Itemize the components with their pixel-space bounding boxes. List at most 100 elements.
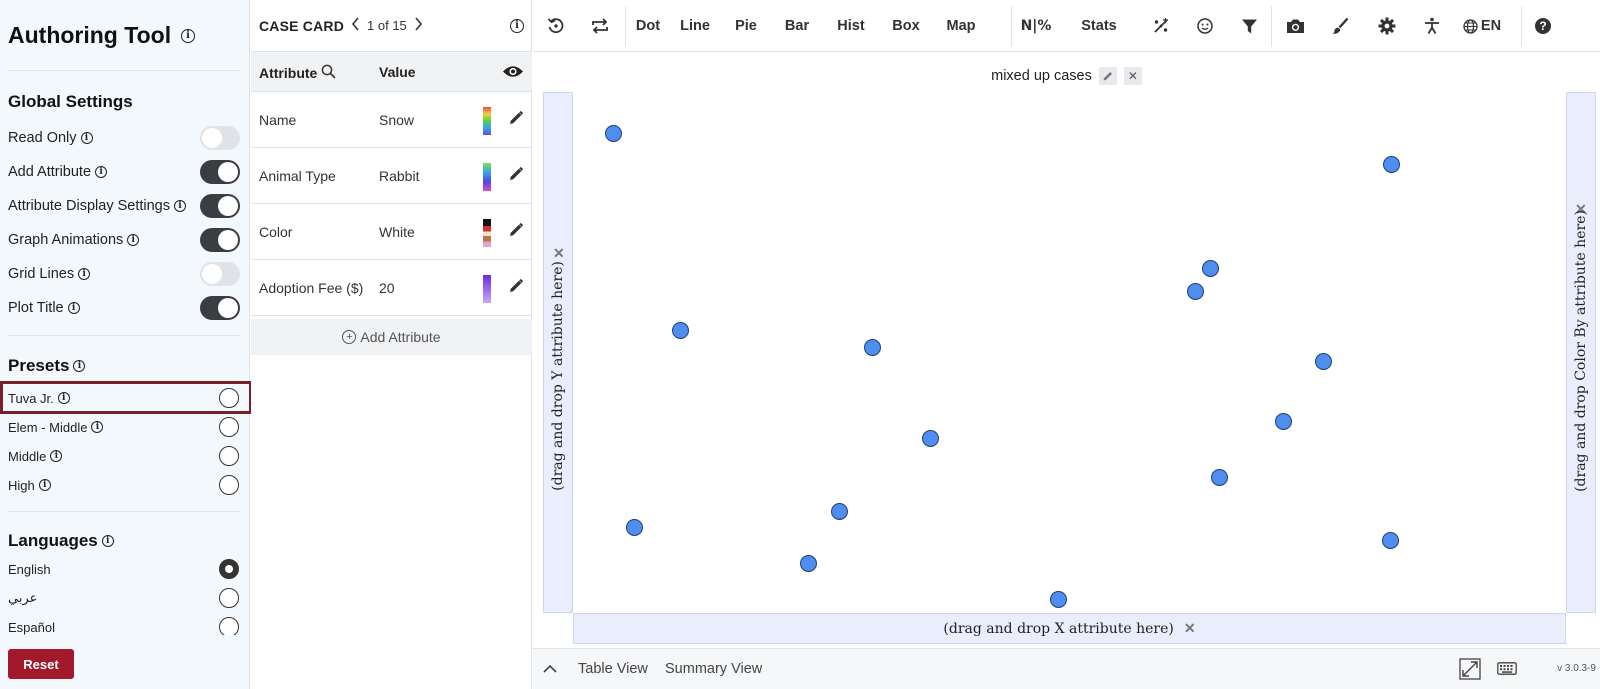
edit-pencil-icon[interactable] <box>1098 67 1117 85</box>
preset-radio[interactable] <box>219 417 239 437</box>
language-selector[interactable]: EN <box>1461 0 1503 52</box>
chevron-left-icon[interactable] <box>351 16 360 36</box>
pencil-icon[interactable] <box>508 222 524 241</box>
expand-icon[interactable] <box>1459 658 1481 684</box>
chevron-up-icon[interactable] <box>543 662 557 678</box>
preset-radio[interactable] <box>219 446 239 466</box>
case-point[interactable] <box>1050 591 1068 609</box>
read-only-toggle[interactable] <box>200 126 240 150</box>
graph-animations-toggle[interactable] <box>200 228 240 252</box>
info-icon[interactable]: i <box>101 535 114 547</box>
swap-axes-icon[interactable] <box>585 0 615 52</box>
search-icon[interactable] <box>321 64 336 82</box>
preset-elem-middle[interactable]: Elem - Middle i <box>8 413 240 441</box>
color-scale-swatch[interactable] <box>483 275 491 303</box>
attribute-value[interactable]: 20 <box>379 280 395 296</box>
plot-title-text[interactable]: mixed up cases <box>991 68 1092 84</box>
case-point[interactable] <box>1202 259 1219 277</box>
count-percent-button[interactable]: N|% <box>1018 0 1054 52</box>
case-point[interactable] <box>799 555 817 572</box>
grid-lines-toggle[interactable] <box>200 262 240 286</box>
language-radio[interactable] <box>219 559 239 579</box>
attribute-value[interactable]: White <box>379 224 415 240</box>
x-axis-drop-zone[interactable]: (drag and drop X attribute here) ✕ <box>573 613 1566 644</box>
case-point[interactable] <box>830 502 848 520</box>
pie-chart-button[interactable]: Pie <box>731 0 761 52</box>
table-view-tab[interactable]: Table View <box>578 661 648 677</box>
close-icon[interactable]: ✕ <box>1123 67 1142 85</box>
preset-middle[interactable]: Middle i <box>8 442 240 470</box>
keyboard-icon[interactable] <box>1497 662 1517 679</box>
box-plot-button[interactable]: Box <box>890 0 922 52</box>
pencil-icon[interactable] <box>508 278 524 297</box>
case-point[interactable] <box>1187 282 1205 300</box>
color-scale-swatch[interactable] <box>483 219 491 247</box>
case-point[interactable] <box>1315 353 1333 371</box>
color-by-drop-label: (drag and drop Color By attribute here) <box>1573 210 1589 492</box>
info-icon[interactable]: i <box>73 360 86 372</box>
color-scale-swatch[interactable] <box>483 163 491 191</box>
bar-chart-button[interactable]: Bar <box>783 0 811 52</box>
stats-button[interactable]: Stats <box>1080 0 1118 52</box>
color-scale-swatch[interactable] <box>483 107 491 135</box>
brush-icon[interactable] <box>1325 0 1355 52</box>
language-arabic[interactable]: عربي <box>8 584 240 612</box>
info-icon[interactable]: i <box>91 421 104 433</box>
info-icon[interactable]: i <box>67 302 80 314</box>
preset-high[interactable]: High i <box>8 471 240 499</box>
scale-wand-icon[interactable] <box>1146 0 1176 52</box>
info-icon[interactable]: i <box>80 132 93 144</box>
accessibility-icon[interactable] <box>1417 0 1447 52</box>
pencil-icon[interactable] <box>508 110 524 129</box>
language-radio[interactable] <box>219 617 239 635</box>
language-english[interactable]: English <box>8 555 240 583</box>
language-radio[interactable] <box>219 588 239 608</box>
line-plot-button[interactable]: Line <box>678 0 712 52</box>
add-attribute-button[interactable]: + Add Attribute <box>251 319 532 355</box>
histogram-button[interactable]: Hist <box>834 0 868 52</box>
scatter-plot-area[interactable] <box>573 92 1566 613</box>
gear-icon[interactable] <box>1372 0 1402 52</box>
info-icon[interactable]: i <box>174 200 186 212</box>
color-by-drop-zone[interactable]: ✕ (drag and drop Color By attribute here… <box>1566 92 1596 613</box>
info-icon[interactable]: i <box>78 268 91 280</box>
attribute-value[interactable]: Snow <box>379 112 414 128</box>
eye-icon[interactable] <box>502 64 524 82</box>
summary-view-tab[interactable]: Summary View <box>665 661 762 677</box>
language-spanish[interactable]: Español <box>8 613 240 635</box>
dot-plot-button[interactable]: Dot <box>631 0 665 52</box>
undo-icon[interactable] <box>541 0 571 52</box>
filter-icon[interactable] <box>1234 0 1264 52</box>
case-point[interactable] <box>671 322 689 340</box>
divider <box>8 335 240 336</box>
info-icon[interactable]: i <box>38 479 51 491</box>
plot-title-toggle[interactable] <box>200 296 240 320</box>
info-icon[interactable]: i <box>510 19 524 33</box>
case-point[interactable] <box>1381 531 1399 549</box>
map-button[interactable]: Map <box>944 0 978 52</box>
info-icon[interactable]: i <box>50 450 63 462</box>
case-point[interactable] <box>1210 468 1228 486</box>
info-icon[interactable]: i <box>95 166 108 178</box>
close-icon[interactable]: ✕ <box>553 245 565 262</box>
case-point[interactable] <box>1382 156 1400 174</box>
reset-button[interactable]: Reset <box>8 649 74 679</box>
add-attribute-toggle[interactable] <box>200 160 240 184</box>
case-point[interactable] <box>864 338 882 356</box>
close-icon[interactable]: ✕ <box>1184 620 1196 637</box>
case-point[interactable] <box>626 518 644 536</box>
pencil-icon[interactable] <box>508 166 524 185</box>
attribute-value[interactable]: Rabbit <box>379 168 419 184</box>
info-icon[interactable]: i <box>127 234 140 246</box>
help-icon[interactable]: ? <box>1528 0 1558 52</box>
camera-icon[interactable] <box>1278 0 1312 52</box>
case-point[interactable] <box>921 429 939 447</box>
case-point[interactable] <box>1275 413 1293 431</box>
info-icon[interactable]: i <box>181 28 196 43</box>
y-axis-drop-zone[interactable]: ✕ (drag and drop Y attribute here) <box>543 92 573 613</box>
chevron-right-icon[interactable] <box>414 16 423 36</box>
face-icon[interactable] <box>1190 0 1220 52</box>
attribute-display-toggle[interactable] <box>200 194 240 218</box>
preset-radio[interactable] <box>219 475 239 495</box>
case-point[interactable] <box>605 125 623 143</box>
